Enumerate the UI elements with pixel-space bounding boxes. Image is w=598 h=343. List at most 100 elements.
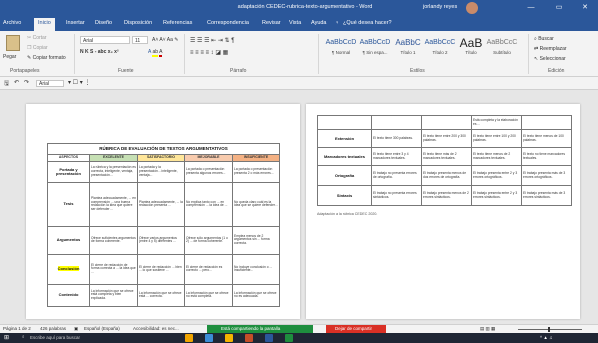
separator	[528, 34, 529, 74]
table-cell: Está completa y la elaboración es ...	[471, 115, 522, 130]
style-preview: AaBbC	[395, 38, 421, 47]
tab-disposicion[interactable]: Disposición	[124, 20, 152, 26]
tab-correspondencia[interactable]: Correspondencia	[207, 20, 249, 26]
taskbar-search-icon[interactable]: ⌕	[22, 334, 25, 339]
language-indicator[interactable]: Español (España)	[84, 326, 120, 331]
font-grow-icons[interactable]: A˄ A˅ Aa ✎	[152, 37, 178, 43]
tab-revisar[interactable]: Revisar	[262, 20, 281, 26]
tab-insertar[interactable]: Insertar	[66, 20, 85, 26]
separator	[318, 34, 319, 74]
font-group-label: Fuente	[118, 68, 134, 74]
avatar[interactable]	[466, 2, 478, 14]
style-title2[interactable]: AaBbCcC Título 2	[424, 36, 456, 62]
table-cell: La portada y la presentación... intelige…	[137, 160, 185, 183]
accessibility-indicator[interactable]: Accesibilidad: es nec...	[133, 326, 179, 331]
table-cell: Ofrece suficientes argumentos de forma c…	[89, 225, 138, 255]
proofing-icon[interactable]: ▣	[74, 326, 78, 332]
align-buttons[interactable]: ≡ ≡ ≡ ≡ ↕ ◪ ▦	[190, 49, 228, 56]
select-button[interactable]: ↖ Seleccionar	[534, 56, 566, 62]
edge-icon[interactable]	[205, 334, 213, 342]
style-title1[interactable]: AaBbC Título 1	[393, 36, 423, 62]
table-cell: El texto tiene menos de 100 palabras.	[521, 129, 572, 148]
tab-diseno[interactable]: Diseño	[95, 20, 112, 26]
format-painter-button[interactable]: ✎ Copiar formato	[27, 55, 66, 61]
stop-sharing-button[interactable]: Dejar de compartir	[326, 325, 386, 333]
tab-vista[interactable]: Vista	[289, 20, 301, 26]
page-count[interactable]: Página 1 de 2	[3, 326, 31, 331]
user-name[interactable]: jorlandy reyes	[423, 4, 457, 10]
qat-font-select[interactable]: Arial	[36, 80, 64, 87]
tab-referencias[interactable]: Referencias	[163, 20, 192, 26]
table-row: Extensión El texto tiene 300 palabras. E…	[317, 129, 572, 148]
table-cell: No queda claro cuál es la idea que se qu…	[231, 181, 281, 227]
save-icon[interactable]: 🖫	[4, 79, 9, 89]
powerpoint-icon[interactable]	[245, 334, 253, 342]
replace-button[interactable]: ⇄ Reemplazar	[534, 46, 567, 52]
windows-start-icon[interactable]: ⊞	[4, 334, 9, 341]
find-button[interactable]: ⌕ Buscar	[534, 36, 554, 42]
page-1[interactable]: RÚBRICA DE EVALUACIÓN DE TEXTOS ARGUMENT…	[26, 104, 300, 319]
table-row: Conclusión El cierre de redacción de for…	[47, 253, 281, 285]
table-cell: El trabajo presenta más de 3 errores sin…	[521, 185, 572, 206]
list-buttons[interactable]: ☰ ☰ ☰ ⇤ ⇥ ⇅ ¶	[190, 37, 234, 44]
tab-archivo[interactable]: Archivo	[3, 20, 21, 26]
format-painter-label: Copiar formato	[32, 55, 66, 61]
paste-icon[interactable]	[6, 35, 20, 51]
table-header-row: ASPECTOS EXCELENTE SATISFACTORIO MEJORAB…	[47, 154, 281, 162]
table-caption: Adaptación a la rúbrica CEDEC 2020.	[317, 212, 378, 216]
rubric-title: RÚBRICA DE EVALUACIÓN DE TEXTOS ARGUMENT…	[46, 143, 281, 155]
ribbon-tabs: Archivo Inicio Insertar Diseño Disposici…	[0, 17, 598, 31]
table-cell: El texto tiene entre 100 y 200 palabras.	[471, 129, 522, 148]
table-row: Argumentos Ofrece suficientes argumentos…	[47, 225, 281, 255]
aspect-cell[interactable]: Conclusión	[47, 253, 90, 285]
word-count[interactable]: 426 palabras	[40, 326, 66, 331]
word-icon[interactable]	[265, 334, 273, 342]
style-normal[interactable]: AaBbCcD ¶ Normal	[325, 36, 357, 62]
table-cell: El texto tiene 300 palabras.	[371, 129, 422, 148]
table-cell	[421, 115, 472, 130]
style-name: Subtítulo	[493, 50, 511, 55]
close-button[interactable]: ✕	[574, 2, 596, 14]
minimize-button[interactable]: —	[520, 2, 542, 14]
excel-icon[interactable]	[285, 334, 293, 342]
highlighted-aspect: Conclusión	[57, 266, 80, 272]
table-cell	[317, 115, 372, 130]
copy-button[interactable]: ❐ Copiar	[27, 45, 48, 51]
style-no-spacing[interactable]: AaBbCcD ¶ Sin espa...	[358, 36, 392, 62]
page-2[interactable]: Está completa y la elaboración es ... Ex…	[306, 104, 580, 319]
table-cell: Emplea menos de 2 argumentos sin ... for…	[231, 225, 281, 255]
table-row: Portada y presentación La rúbrica y la p…	[47, 160, 281, 183]
undo-icon[interactable]: ↶	[14, 79, 19, 86]
style-name: Título 2	[432, 50, 448, 55]
font-name-select[interactable]: Arial	[80, 36, 130, 44]
tab-inicio[interactable]: Inicio	[34, 18, 55, 31]
font-size-select[interactable]: 11	[132, 36, 148, 44]
aspect-cell: Extensión	[317, 129, 372, 148]
taskbar-search[interactable]: Escribe aquí para buscar	[30, 335, 80, 340]
font-format-row[interactable]: N K S - abc x₂ x²	[80, 49, 119, 55]
aspect-cell: Sintaxis	[317, 185, 372, 206]
zoom-slider[interactable]	[518, 329, 582, 330]
aspect-cell: Marcadores textuales	[317, 147, 372, 166]
tell-me-box[interactable]: ¿Qué desea hacer?	[343, 20, 392, 26]
tab-ayuda[interactable]: Ayuda	[311, 20, 327, 26]
restore-button[interactable]: ▭	[548, 2, 570, 14]
style-title[interactable]: AaB Título	[457, 36, 485, 62]
table-cell: No explica tanto con ... en comprensión …	[184, 181, 233, 227]
zoom-thumb[interactable]	[548, 327, 550, 332]
redo-icon[interactable]: ↷	[24, 79, 29, 86]
view-mode-icons[interactable]: ▤ ▥ ▦	[480, 326, 495, 332]
system-tray-icons[interactable]: ^ ▲ ♫	[540, 335, 552, 340]
highlight-icons[interactable]: A ab A	[148, 49, 163, 57]
paste-button[interactable]: Pegar	[3, 54, 16, 60]
sharing-text: Está compartiendo la pantalla	[221, 326, 281, 331]
folder-icon[interactable]	[185, 334, 193, 342]
rubric-table: RÚBRICA DE EVALUACIÓN DE TEXTOS ARGUMENT…	[46, 143, 281, 307]
style-subtitle[interactable]: AaBbCcC Subtítulo	[486, 36, 518, 62]
chrome-icon[interactable]	[225, 334, 233, 342]
qat-more-icon[interactable]: ▾ ☐ ▾ ⋮	[68, 79, 90, 86]
table-cell: Ofrece sólo argumentos (1 o 2) ... de fo…	[184, 225, 233, 255]
cut-button[interactable]: ✂ Cortar	[27, 35, 47, 41]
table-row: Contenido La información que se ofrece e…	[47, 283, 281, 307]
table-cell: El texto no tiene marcadores textuales.	[521, 147, 572, 166]
